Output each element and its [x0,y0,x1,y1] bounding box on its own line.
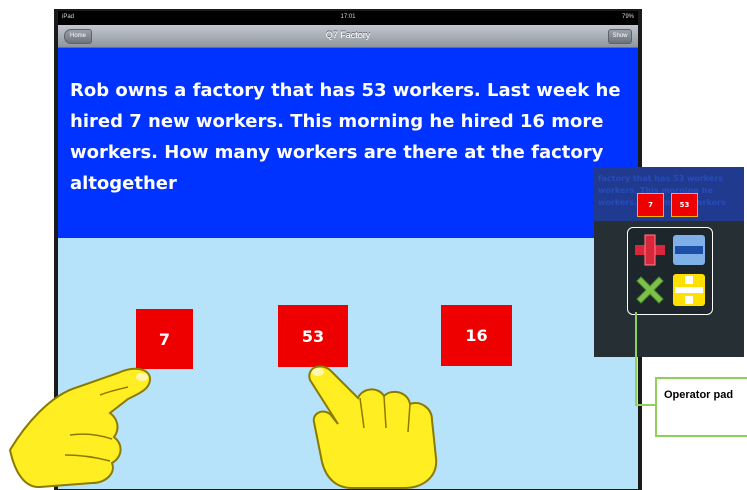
operator-pad-callout: Operator pad [655,377,747,437]
inset-tile-7[interactable]: 7 [637,193,664,217]
operator-pad [627,227,713,315]
battery-level: 79% [621,14,634,20]
multiply-icon[interactable] [633,273,667,307]
callout-label: Operator pad [664,389,734,401]
status-bar: iPad 17:01 79% [58,11,638,25]
page-title: Q7 Factory [325,30,371,40]
inset-tile-53[interactable]: 53 [671,193,698,217]
pointing-hand-icon [8,367,152,489]
question-text: Rob owns a factory that has 53 workers. … [70,80,621,194]
clock: 17:01 [340,14,356,20]
add-icon[interactable] [633,233,667,267]
question-panel: Rob owns a factory that has 53 workers. … [58,48,638,238]
navigation-bar: Home Q7 Factory Show [58,25,638,48]
divide-icon[interactable] [672,273,706,307]
number-tile-16[interactable]: 16 [441,305,512,366]
show-button[interactable]: Show [608,29,632,44]
pointing-hand-icon [308,365,438,489]
subtract-icon[interactable] [672,233,706,267]
inset-question-area: factory that has 53 workers workers. Thi… [594,167,744,221]
